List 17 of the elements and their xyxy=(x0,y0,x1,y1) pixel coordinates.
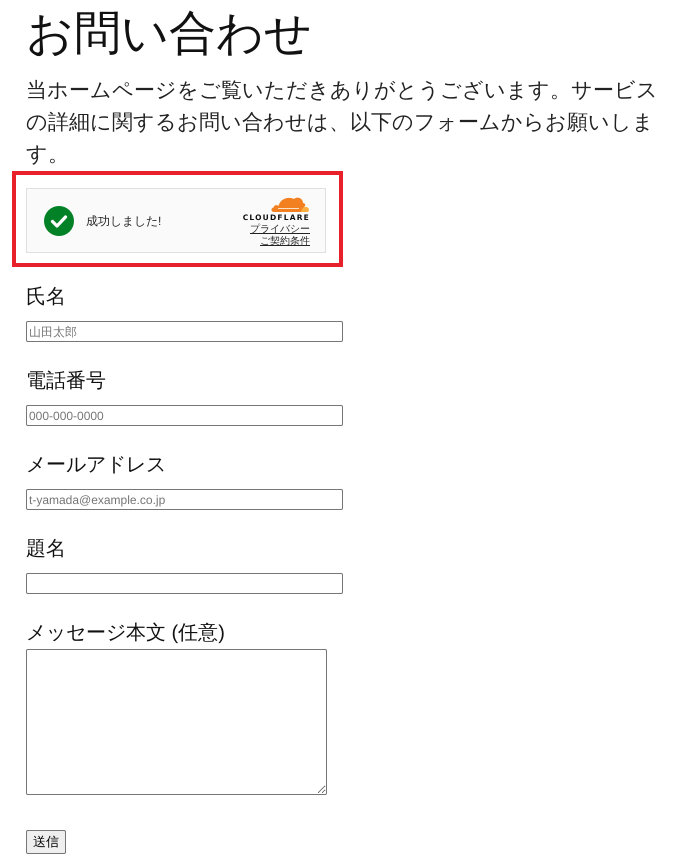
text-field[interactable]: t-yamada@example.co.jp xyxy=(26,489,343,510)
field-label: 題名 xyxy=(26,537,66,562)
text-field[interactable]: 山田太郎 xyxy=(26,321,343,342)
policy-link[interactable]: ご契約条件 xyxy=(260,236,310,246)
intro-paragraph: 当ホームページをご覧いただきありがとうございます。サービスの詳細に関するお問い合わせは、以下のフォームからお願いします。 xyxy=(26,78,659,168)
field-label: 電話番号 xyxy=(26,369,106,394)
field-label: 氏名 xyxy=(26,285,66,310)
captcha-status: 成功しました! xyxy=(86,212,162,230)
field-label: メールアドレス xyxy=(26,453,166,478)
message-field[interactable] xyxy=(26,649,327,795)
policy-link[interactable]: プライバシー xyxy=(250,224,310,234)
submit-button[interactable]: 送信 xyxy=(26,830,66,854)
text-field[interactable] xyxy=(26,573,343,594)
page-title: お問い合わせ xyxy=(26,5,312,61)
cloud-logo-icon xyxy=(270,194,310,212)
field-label: メッセージ本文 (任意) xyxy=(26,621,225,646)
text-field[interactable]: 000-000-0000 xyxy=(26,405,343,426)
